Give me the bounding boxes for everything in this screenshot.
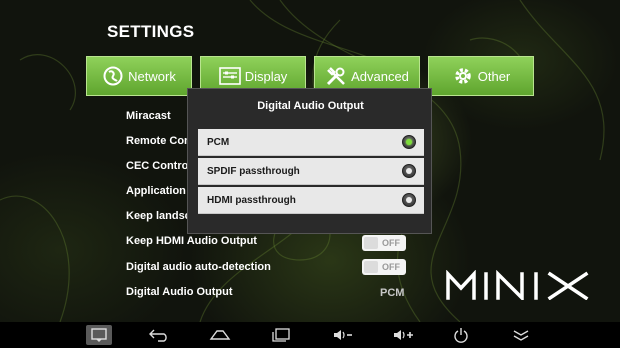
setting-label: Digital Audio Output xyxy=(126,286,233,298)
radio-unselected-icon[interactable] xyxy=(402,193,416,207)
digital-audio-auto-detection-toggle[interactable]: OFF xyxy=(362,259,406,275)
volume-up-icon[interactable] xyxy=(390,325,416,345)
tab-other[interactable]: Other xyxy=(428,56,534,96)
toggle-state: OFF xyxy=(382,238,400,248)
volume-down-icon[interactable] xyxy=(330,325,356,345)
option-spdif-passthrough[interactable]: SPDIF passthrough xyxy=(198,158,424,185)
hide-bar-icon[interactable] xyxy=(508,325,534,345)
power-icon[interactable] xyxy=(448,325,474,345)
radio-selected-icon[interactable] xyxy=(402,135,416,149)
setting-label: Keep HDMI Audio Output xyxy=(126,235,257,247)
tab-label: Advanced xyxy=(351,68,409,84)
setting-digital-audio-output[interactable]: Digital Audio Output xyxy=(126,286,416,310)
setting-label: Application r xyxy=(126,185,194,197)
keep-hdmi-audio-toggle[interactable]: OFF xyxy=(362,235,406,251)
setting-label: Miracast xyxy=(126,110,171,122)
tools-icon xyxy=(325,65,347,87)
option-label: PCM xyxy=(207,136,230,148)
page-title: SETTINGS xyxy=(107,22,195,41)
minix-logo xyxy=(446,269,590,303)
digital-audio-output-value: PCM xyxy=(380,287,405,299)
option-pcm[interactable]: PCM xyxy=(198,129,424,156)
gear-icon xyxy=(452,65,474,87)
tab-network[interactable]: Network xyxy=(86,56,192,96)
option-label: HDMI passthrough xyxy=(207,194,296,206)
system-navigation-bar xyxy=(0,322,620,348)
display-icon xyxy=(218,65,241,87)
dialog-title: Digital Audio Output xyxy=(257,100,364,112)
home-icon[interactable] xyxy=(207,325,233,345)
back-icon[interactable] xyxy=(146,325,172,345)
tab-label: Display xyxy=(244,68,288,84)
tab-label: Network xyxy=(128,68,176,84)
tab-label: Other xyxy=(477,68,511,84)
setting-label: Digital audio auto-detection xyxy=(126,261,271,273)
toggle-state: OFF xyxy=(382,262,400,272)
option-label: SPDIF passthrough xyxy=(207,165,300,177)
globe-icon xyxy=(102,65,124,87)
setting-label: CEC Control xyxy=(126,160,192,172)
option-hdmi-passthrough[interactable]: HDMI passthrough xyxy=(198,187,424,214)
screenshot-icon[interactable] xyxy=(86,325,112,345)
recent-apps-icon[interactable] xyxy=(268,325,294,345)
digital-audio-output-dialog: Digital Audio Output PCM SPDIF passthrou… xyxy=(187,88,432,234)
radio-unselected-icon[interactable] xyxy=(402,164,416,178)
